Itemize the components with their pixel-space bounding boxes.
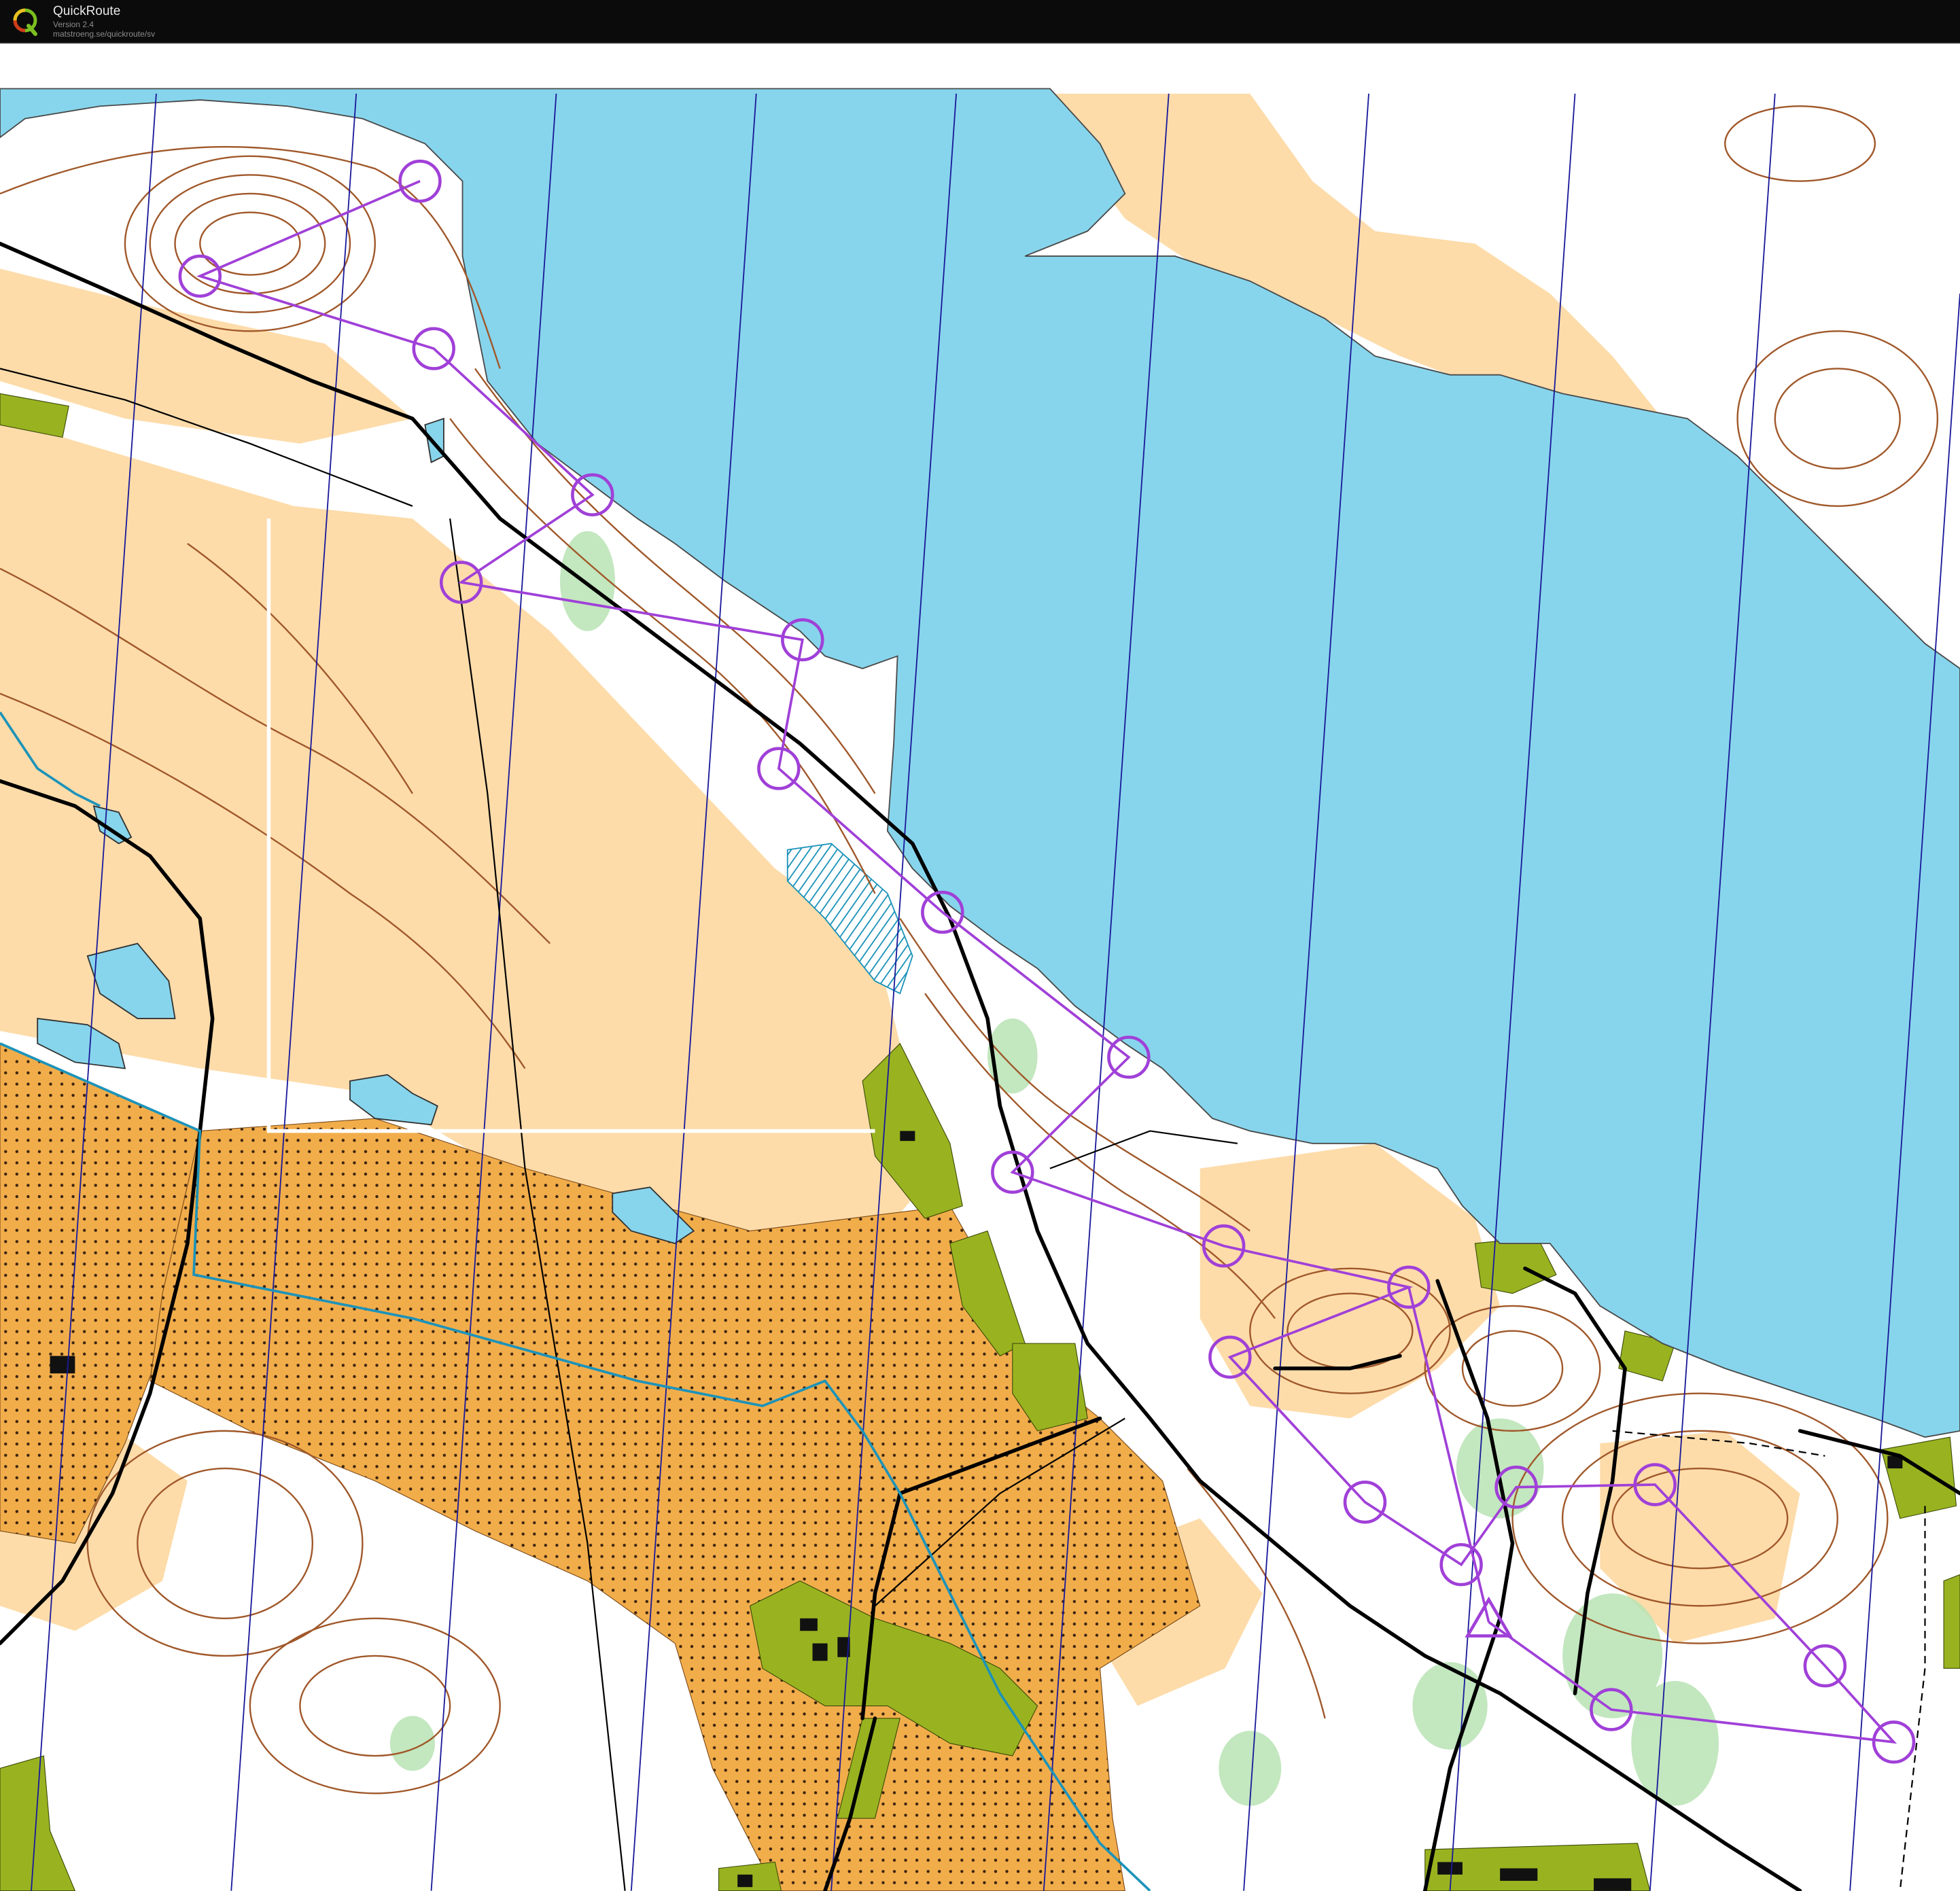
app-name: QuickRoute: [53, 4, 121, 18]
app-version: Version 2.4: [53, 20, 94, 29]
orienteering-map[interactable]: [0, 43, 1960, 1891]
map-viewport[interactable]: [0, 43, 1960, 1891]
title-bar: QuickRoute Version 2.4 matstroeng.se/qui…: [0, 0, 1960, 43]
quickroute-logo-icon: [13, 8, 37, 36]
settlement-13: [1943, 1574, 1960, 1669]
app-url[interactable]: matstroeng.se/quickroute/sv: [53, 29, 155, 39]
